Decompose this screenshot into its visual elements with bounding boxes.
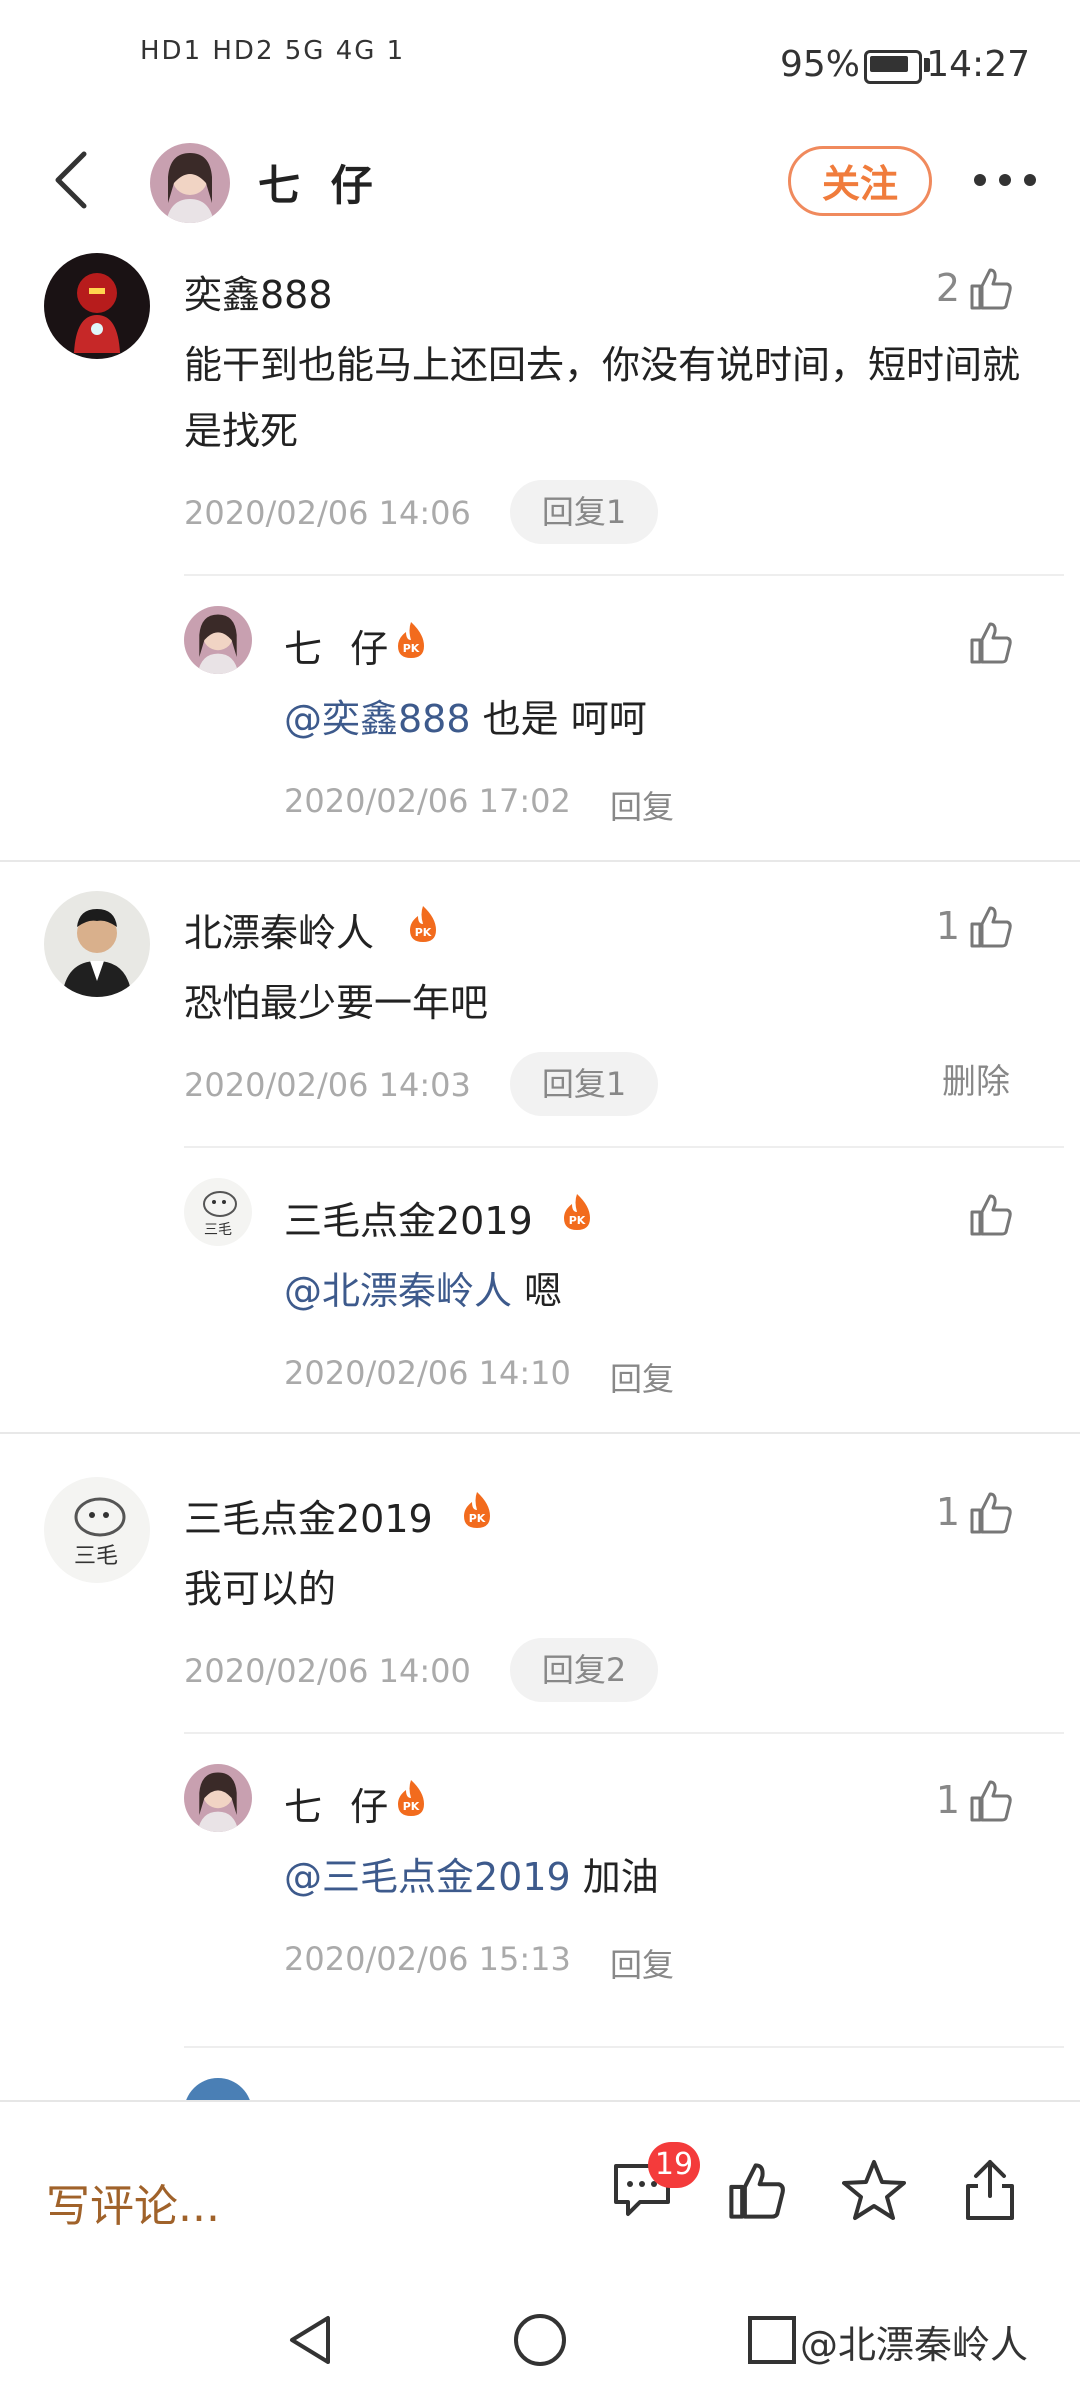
comment-time: 2020/02/06 14:00: [184, 1652, 471, 1690]
thumbs-up-icon[interactable]: [968, 1778, 1014, 1824]
reply-text: @三毛点金2019 加油: [284, 1844, 1024, 1910]
battery-percent: 95%: [779, 44, 860, 85]
reply-count-button[interactable]: 回复1: [510, 1052, 658, 1116]
reply-time: 2020/02/06 17:02: [284, 782, 571, 820]
bottom-bar-divider: [0, 2100, 1080, 2102]
delete-button[interactable]: 删除: [942, 1054, 1010, 1103]
reply-button[interactable]: 回复: [610, 1940, 674, 1986]
divider: [184, 574, 1064, 576]
comment-text: 我可以的: [184, 1567, 337, 1611]
mention-link[interactable]: @奕鑫888: [284, 697, 471, 741]
thumbs-up-icon[interactable]: [968, 620, 1014, 666]
reply-time: 2020/02/06 15:13: [284, 1940, 571, 1978]
pk-flame-icon: PK: [564, 1194, 590, 1230]
reply-username[interactable]: 三毛点金2019: [284, 1190, 533, 1245]
svg-text:三毛: 三毛: [204, 1222, 232, 1238]
clock: 14:27: [926, 44, 1030, 85]
svg-text:PK: PK: [403, 1800, 420, 1813]
divider: [0, 1432, 1080, 1434]
next-comment-avatar-partial: [184, 2078, 252, 2100]
more-options-icon[interactable]: [970, 160, 1040, 200]
nav-back-icon[interactable]: [280, 2310, 340, 2370]
thumbs-up-icon[interactable]: [968, 266, 1014, 312]
follow-button[interactable]: 关注: [788, 146, 932, 216]
divider: [0, 860, 1080, 862]
reply-button[interactable]: 回复: [610, 1354, 674, 1400]
pk-flame-icon: PK: [410, 906, 436, 942]
nav-home-icon[interactable]: [510, 2310, 570, 2370]
avatar[interactable]: [44, 253, 150, 359]
reply-username[interactable]: 七 仔: [284, 618, 396, 673]
thumbs-up-icon[interactable]: [726, 2160, 788, 2222]
share-icon[interactable]: [960, 2156, 1020, 2222]
comment-time: 2020/02/06 14:06: [184, 494, 471, 532]
header-avatar[interactable]: [150, 143, 230, 223]
reply-text: @北漂秦岭人 嗯: [284, 1258, 1024, 1324]
avatar[interactable]: [44, 891, 150, 997]
like-count: 1: [935, 904, 960, 948]
divider: [184, 1732, 1064, 1734]
reply-avatar[interactable]: [184, 606, 252, 674]
reply-text-content: 也是 呵呵: [470, 697, 647, 741]
reply-text-content: 嗯: [512, 1269, 563, 1313]
reply-count-button[interactable]: 回复1: [510, 480, 658, 544]
pk-flame-icon: PK: [398, 622, 424, 658]
header-title: 七 仔: [258, 161, 381, 210]
comment-time: 2020/02/06 14:03: [184, 1066, 471, 1104]
svg-text:PK: PK: [403, 642, 420, 655]
svg-text:PK: PK: [415, 926, 432, 939]
write-comment-input[interactable]: 写评论...: [46, 2170, 220, 2234]
thumbs-up-icon[interactable]: [968, 1490, 1014, 1536]
reply-time: 2020/02/06 14:10: [284, 1354, 571, 1392]
reply-username[interactable]: 七 仔: [284, 1776, 396, 1831]
battery-icon: [864, 50, 922, 84]
like-count: 1: [935, 1778, 960, 1822]
mention-link[interactable]: @北漂秦岭人: [284, 1269, 512, 1313]
reply-button[interactable]: 回复: [610, 782, 674, 828]
reply-text-content: 加油: [570, 1855, 659, 1899]
watermark: @北漂秦岭人: [800, 2323, 1029, 2367]
comment-text: 能干到也能马上还回去，你没有说时间，短时间就是找死: [184, 343, 1021, 453]
signal-icons: HD1 HD2 5G 4G 1: [140, 36, 406, 66]
comment-username[interactable]: 奕鑫888: [184, 264, 333, 319]
comment-count-badge: 19: [648, 2142, 700, 2188]
thumbs-up-icon[interactable]: [968, 1192, 1014, 1238]
svg-text:三毛: 三毛: [74, 1544, 118, 1569]
reply-avatar[interactable]: [184, 1764, 252, 1832]
nav-recents-icon[interactable]: [742, 2310, 802, 2370]
like-count: 2: [935, 266, 960, 310]
svg-text:PK: PK: [469, 1512, 486, 1525]
divider: [184, 1146, 1064, 1148]
comment-text: 恐怕最少要一年吧: [184, 981, 489, 1025]
star-icon[interactable]: [842, 2158, 906, 2222]
comment-username[interactable]: 北漂秦岭人: [184, 902, 374, 957]
divider: [184, 2046, 1064, 2048]
comment-username[interactable]: 三毛点金2019: [184, 1488, 433, 1543]
back-arrow-icon[interactable]: [50, 150, 90, 210]
pk-flame-icon: PK: [398, 1780, 424, 1816]
reply-avatar[interactable]: 三毛: [184, 1178, 252, 1246]
mention-link[interactable]: @三毛点金2019: [284, 1855, 571, 1899]
reply-text: @奕鑫888 也是 呵呵: [284, 686, 1024, 752]
reply-count-button[interactable]: 回复2: [510, 1638, 658, 1702]
avatar[interactable]: 三毛: [44, 1477, 150, 1583]
thumbs-up-icon[interactable]: [968, 904, 1014, 950]
svg-text:PK: PK: [569, 1214, 586, 1227]
pk-flame-icon: PK: [464, 1492, 490, 1528]
status-bar: HD1 HD2 5G 4G 1 95% 14:27: [0, 0, 1080, 130]
like-count: 1: [935, 1490, 960, 1534]
